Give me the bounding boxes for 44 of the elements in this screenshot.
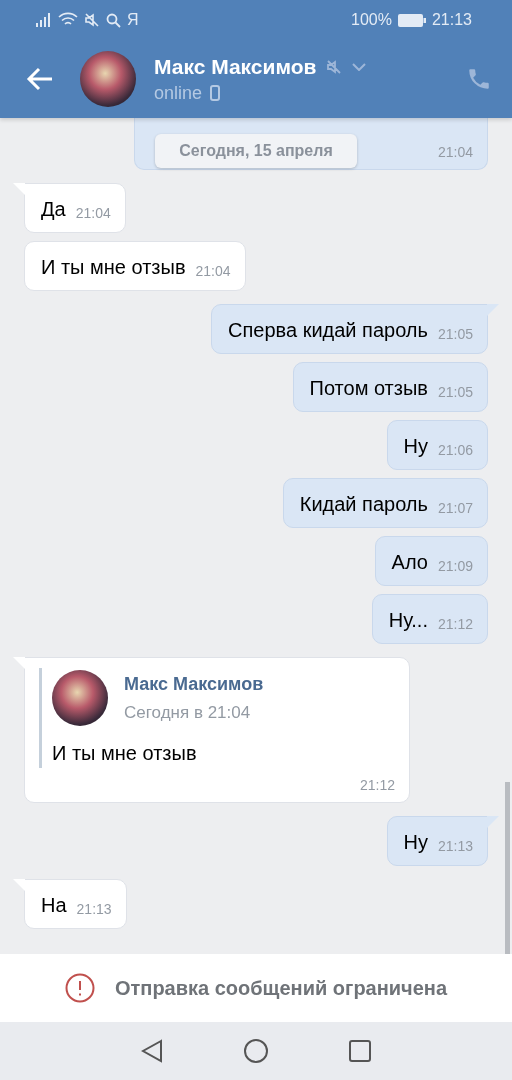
message-text: Потом отзыв <box>309 376 428 401</box>
message-text: На <box>41 893 67 918</box>
message-time: 21:05 <box>437 383 473 401</box>
muted-speaker-icon <box>84 12 100 28</box>
message-text: Ало <box>391 550 428 575</box>
message-time: 21:13 <box>76 900 112 918</box>
warning-icon <box>64 973 95 1003</box>
status-glyph: Я <box>127 11 139 29</box>
message-text: Ну <box>403 434 428 459</box>
message-time: 21:04 <box>75 204 111 222</box>
clock: 21:13 <box>431 11 472 29</box>
back-nav-button[interactable] <box>141 1039 163 1063</box>
battery-percent: 100% <box>351 11 392 29</box>
message-time: 21:04 <box>195 262 231 280</box>
battery-icon <box>397 13 426 27</box>
message-time: 21:12 <box>359 776 395 794</box>
message-text: Ну... <box>388 608 428 633</box>
signal-icon <box>36 13 52 27</box>
message-text: Да <box>41 197 66 222</box>
message-time: 21:04 <box>437 143 473 161</box>
date-pill: Сегодня, 15 апреля <box>155 134 357 168</box>
author-name: Макс Максимов <box>124 673 264 695</box>
search-icon <box>106 12 121 28</box>
contact-name[interactable]: Макс Максимов <box>154 54 317 79</box>
avatar[interactable] <box>80 51 136 107</box>
message-time: 21:07 <box>437 499 473 517</box>
message-time: 21:05 <box>437 325 473 343</box>
message-text: Ну <box>403 830 428 855</box>
restriction-notice: Отправка сообщений ограничена <box>114 976 448 1000</box>
message-time: 21:13 <box>437 837 473 855</box>
message-date: Сегодня в 21:04 <box>124 702 252 723</box>
avatar <box>52 670 108 726</box>
home-nav-button[interactable] <box>243 1038 269 1064</box>
message-text: И ты мне отзыв <box>52 741 198 766</box>
back-button[interactable] <box>26 67 54 91</box>
message-text: Кидай пароль <box>299 492 428 517</box>
message-time: 21:06 <box>437 441 473 459</box>
phone-device-icon <box>210 85 221 101</box>
message-text: И ты мне отзыв <box>41 255 186 280</box>
message-time: 21:09 <box>437 557 473 575</box>
online-status: online <box>154 82 203 104</box>
message-time: 21:12 <box>437 615 473 633</box>
recents-nav-button[interactable] <box>349 1040 371 1062</box>
message-text: Сперва кидай пароль <box>228 318 428 343</box>
